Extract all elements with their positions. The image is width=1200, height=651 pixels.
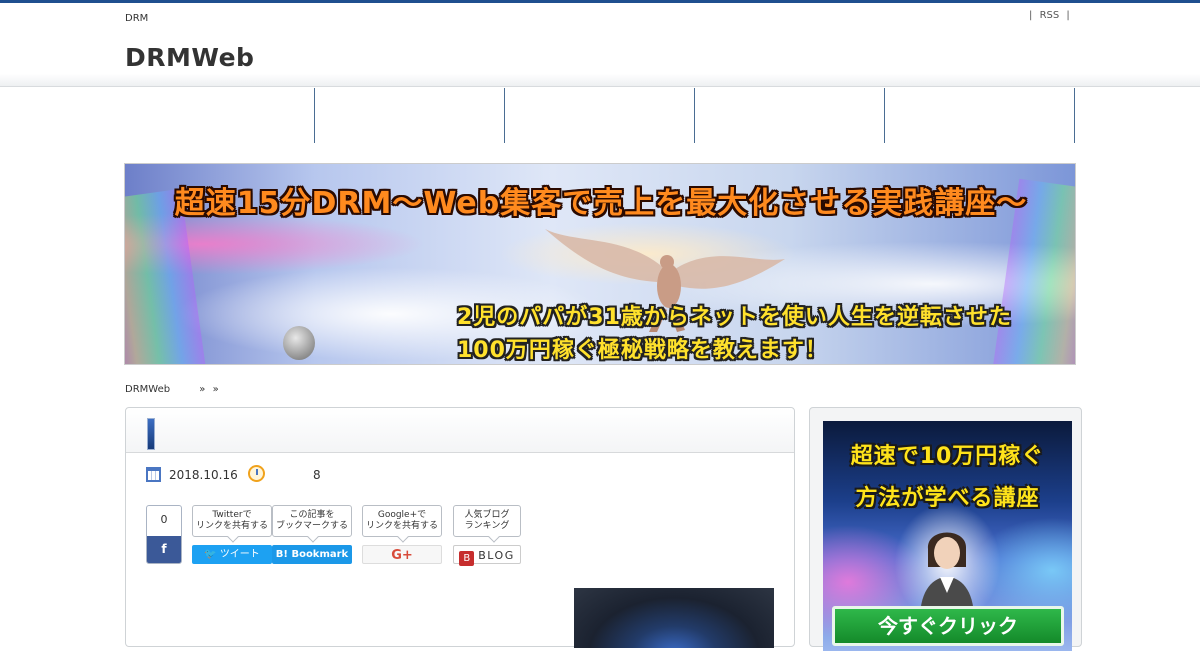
ad-line2: 方法が学べる講座	[855, 486, 1040, 511]
post-count: 8	[313, 468, 321, 482]
breadcrumb-sep-2: »	[212, 384, 219, 395]
post-date: 2018.10.16	[169, 468, 238, 482]
rss-links: | RSS |	[1029, 10, 1070, 21]
twitter-bubble-line2: リンクを共有する	[195, 521, 268, 531]
share-count: 0	[160, 513, 168, 526]
site-title[interactable]: DRMWeb	[125, 43, 254, 72]
google-bubble-line2: リンクを共有する	[365, 521, 438, 531]
tweet-button[interactable]: 🐦 ツイート	[192, 545, 272, 564]
blog-bubble-line2: ランキング	[464, 521, 510, 531]
banner-subtitle-line2: 100万円稼ぐ極秘戦略を教えます！	[457, 338, 828, 363]
banner-title: 超速15分DRM〜Web集客で売上を最大化させる実践講座〜	[174, 186, 1028, 221]
article-header	[126, 408, 794, 453]
article-thumbnail[interactable]	[574, 588, 774, 648]
nav-item-4[interactable]	[695, 88, 885, 143]
clock-icon	[248, 465, 265, 482]
rss-link[interactable]: RSS	[1040, 10, 1060, 21]
hatena-bubble-line1: この記事を	[289, 510, 335, 520]
site-header: DRM | RSS | DRMWeb	[0, 3, 1200, 87]
header-banner[interactable]: 超速15分DRM〜Web集客で売上を最大化させる実践講座〜 2児のパパが31歳か…	[124, 163, 1076, 365]
blog-ranking-bubble: 人気ブログ ランキング	[453, 505, 521, 537]
nav-item-3[interactable]	[505, 88, 695, 143]
google-bubble: Google+で リンクを共有する	[362, 505, 442, 537]
hatena-bubble: この記事を ブックマークする	[272, 505, 352, 537]
breadcrumb-home[interactable]: DRMWeb	[125, 384, 170, 395]
sidebar-ad-banner[interactable]: 超速で10万円稼ぐ 方法が学べる講座 今すぐクリック	[823, 421, 1072, 651]
blog-bubble-line1: 人気ブログ	[464, 510, 510, 520]
rss-divider-right: |	[1066, 10, 1070, 21]
breadcrumb: DRMWeb » »	[125, 384, 219, 395]
blog-ranking-label: BLOG	[478, 549, 515, 562]
person-illustration	[920, 532, 974, 619]
site-tagline: DRM	[125, 13, 149, 24]
twitter-bubble: Twitterで リンクを共有する	[192, 505, 272, 537]
ad-line1: 超速で10万円稼ぐ	[850, 444, 1045, 469]
nav-item-5[interactable]	[885, 88, 1075, 143]
main-article: 2018.10.16 8 0 f Twitterで リンクを共有する 🐦 ツイー…	[125, 407, 795, 648]
blog-ranking-icon: B	[459, 551, 475, 566]
breadcrumb-sep-1: »	[199, 384, 206, 395]
banner-subtitle-line1: 2児のパパが31歳からネットを使い人生を逆転させた	[457, 305, 1012, 330]
facebook-icon[interactable]: f	[147, 536, 181, 563]
facebook-share-box[interactable]: 0 f	[146, 505, 182, 564]
google-bubble-line1: Google+で	[377, 510, 427, 520]
tweet-button-label: ツイート	[219, 549, 260, 560]
nav-item-1[interactable]	[124, 88, 315, 143]
twitter-bubble-line1: Twitterで	[212, 510, 252, 520]
google-plus-button[interactable]: G+	[362, 545, 442, 564]
twitter-bird-icon: 🐦	[204, 549, 217, 560]
calendar-icon	[146, 467, 161, 482]
blog-ranking-button[interactable]: B BLOG	[453, 545, 521, 566]
global-nav	[124, 88, 1076, 143]
hatena-bookmark-button[interactable]: B! Bookmark	[272, 545, 352, 564]
hatena-bubble-line2: ブックマークする	[275, 521, 348, 531]
ad-cta-button[interactable]: 今すぐクリック	[832, 606, 1064, 646]
title-marker	[147, 418, 155, 450]
nav-item-2[interactable]	[315, 88, 505, 143]
sidebar: 超速で10万円稼ぐ 方法が学べる講座 今すぐクリック	[809, 407, 1082, 651]
skull-illustration	[283, 326, 315, 360]
rss-divider-left: |	[1029, 10, 1033, 21]
